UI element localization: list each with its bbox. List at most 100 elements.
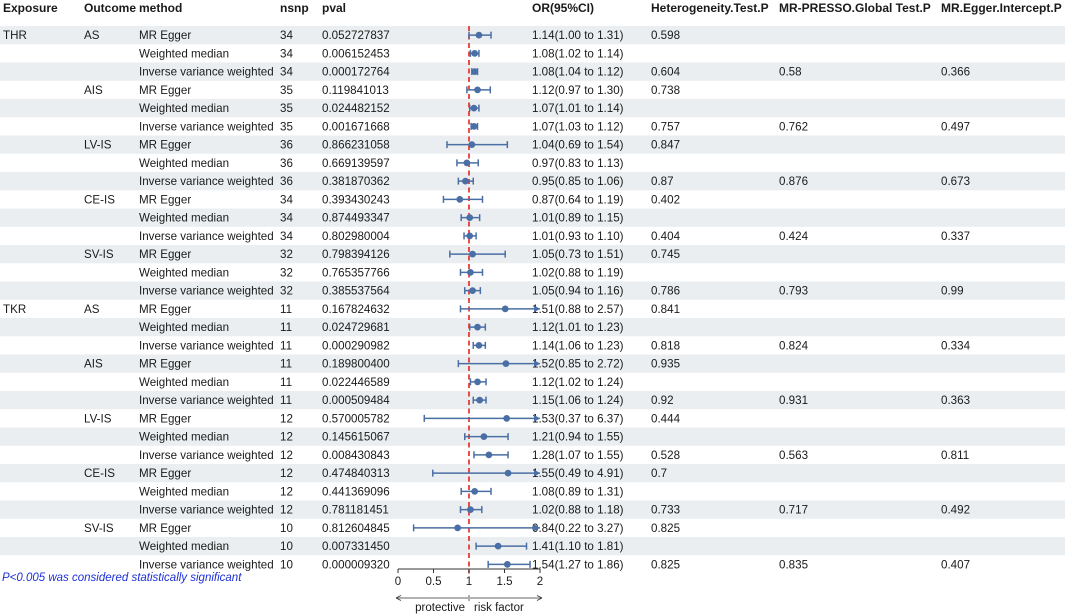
table-row: Inverse variance weighted 34 0.802980004 1.… [139, 230, 970, 243]
cell-outcome: LV-IS [84, 139, 112, 152]
cell-pval: 0.385537564 [322, 285, 390, 298]
point-estimate [466, 232, 474, 240]
point-estimate [502, 360, 510, 368]
cell-or_text: 1.14(1.06 to 1.23) [532, 339, 624, 352]
cell-nsnp: 36 [280, 157, 293, 170]
cell-nsnp: 11 [280, 321, 292, 334]
cell-method: Weighted median [139, 321, 229, 334]
ci-mark [412, 524, 540, 532]
header-exposure: Exposure [3, 1, 58, 15]
cell-pval: 0.798394126 [322, 248, 390, 261]
cell-nsnp: 11 [280, 303, 292, 316]
point-estimate [467, 268, 474, 276]
cell-or_text: 0.97(0.83 to 1.13) [532, 157, 624, 170]
cell-outcome: AIS [84, 358, 103, 371]
x-tick-label: 1.5 [497, 576, 513, 588]
cell-method: Inverse variance weighted [139, 339, 274, 352]
table-row: Weighted median 12 0.441369096 1.08(0.89 to… [139, 485, 624, 498]
cell-or_text: 1.21(0.94 to 1.55) [532, 431, 624, 444]
header-presso: MR-PRESSO.Global Test.P [779, 1, 931, 15]
table-row: Inverse variance weighted 11 0.000290982 1.… [139, 339, 971, 352]
cell-presso: 0.717 [779, 504, 808, 517]
cell-or_text: 1.01(0.89 to 1.15) [532, 212, 624, 225]
cell-presso: 0.762 [779, 120, 808, 133]
header-pval: pval [322, 1, 346, 15]
column-headers: Exposure Outcome method nsnp pval OR(95%CI) He… [3, 1, 1062, 15]
header-method: method [139, 1, 182, 15]
cell-pval: 0.007331450 [322, 540, 390, 553]
cell-pval: 0.393430243 [322, 193, 390, 206]
cell-nsnp: 32 [280, 266, 293, 279]
cell-pval: 0.000290982 [322, 339, 390, 352]
cell-pval: 0.474840313 [322, 467, 390, 480]
cell-or_text: 1.02(0.88 to 1.19) [532, 266, 624, 279]
cell-pval: 0.781181451 [322, 504, 389, 517]
cell-het: 0.92 [651, 394, 674, 407]
header-outcome: Outcome [84, 1, 136, 15]
cell-or_text: 1.04(0.69 to 1.54) [532, 139, 624, 152]
cell-method: MR Egger [139, 29, 191, 42]
cell-het: 0.825 [651, 558, 680, 571]
cell-nsnp: 11 [280, 394, 292, 407]
cell-or_text: 1.08(0.89 to 1.31) [532, 485, 624, 498]
cell-method: Inverse variance weighted [139, 66, 274, 79]
cell-outcome: AS [84, 29, 100, 42]
cell-nsnp: 36 [280, 139, 293, 152]
cell-presso: 0.835 [779, 558, 808, 571]
cell-method: MR Egger [139, 193, 191, 206]
cell-pval: 0.812604845 [322, 522, 390, 535]
cell-nsnp: 12 [280, 504, 293, 517]
cell-egger: 0.99 [941, 285, 964, 298]
cell-nsnp: 12 [280, 467, 293, 480]
table-row: Inverse variance weighted 12 0.008430843 1.… [139, 449, 969, 462]
cell-pval: 0.381870362 [322, 175, 390, 188]
cell-pval: 0.000009320 [322, 558, 390, 571]
cell-pval: 0.022446589 [322, 376, 390, 389]
point-estimate [485, 451, 493, 459]
cell-nsnp: 34 [280, 212, 293, 225]
cell-het: 0.825 [651, 522, 680, 535]
cell-pval: 0.802980004 [322, 230, 390, 243]
cell-pval: 0.189800400 [322, 358, 390, 371]
cell-method: Inverse variance weighted [139, 394, 274, 407]
cell-egger: 0.811 [941, 449, 969, 462]
cell-egger: 0.363 [941, 394, 970, 407]
ci-mark [473, 451, 509, 459]
table-row: Weighted median 11 0.022446589 1.12(1.02 to… [139, 376, 624, 389]
cell-or_text: 1.51(0.88 to 2.57) [532, 303, 624, 316]
cell-presso: 0.931 [779, 394, 808, 407]
cell-nsnp: 10 [280, 522, 293, 535]
point-estimate [474, 378, 481, 386]
point-estimate [474, 323, 481, 331]
table-row: AIS MR Egger 35 0.119841013 1.12(0.97 to 1.3… [84, 84, 680, 97]
cell-or_text: 1.05(0.73 to 1.51) [532, 248, 624, 261]
cell-method: Inverse variance weighted [139, 285, 274, 298]
cell-nsnp: 34 [280, 47, 293, 60]
cell-nsnp: 10 [280, 558, 293, 571]
cell-nsnp: 12 [280, 431, 293, 444]
cell-or_text: 1.14(1.00 to 1.31) [532, 29, 624, 42]
cell-method: Weighted median [139, 266, 229, 279]
cell-or_text: 0.87(0.64 to 1.19) [532, 193, 624, 206]
ci-mark [423, 414, 540, 422]
table-row: Weighted median 36 0.669139597 0.97(0.83 to… [139, 157, 624, 170]
table-row: LV-IS MR Egger 36 0.866231058 1.04(0.69 to 1… [84, 139, 680, 152]
point-estimate [463, 159, 471, 167]
cell-het: 0.733 [651, 504, 680, 517]
cell-method: Inverse variance weighted [139, 175, 274, 188]
ci-mark [466, 86, 492, 94]
cell-pval: 0.765357766 [322, 266, 390, 279]
cell-nsnp: 11 [280, 376, 292, 389]
point-estimate [462, 177, 469, 185]
table-row: Inverse variance weighted 10 0.000009320 1.… [139, 558, 970, 571]
point-estimate [480, 433, 488, 441]
point-estimate [475, 31, 483, 39]
table-row: Weighted median 35 0.024482152 1.07(1.01 to… [139, 102, 624, 115]
ci-mark [471, 68, 479, 76]
cell-pval: 0.167824632 [322, 303, 390, 316]
cell-outcome: SV-IS [84, 522, 114, 535]
cell-nsnp: 11 [280, 358, 292, 371]
cell-pval: 0.024482152 [322, 102, 390, 115]
point-estimate [494, 542, 502, 550]
cell-or_text: 0.84(0.22 to 3.27) [532, 522, 624, 535]
